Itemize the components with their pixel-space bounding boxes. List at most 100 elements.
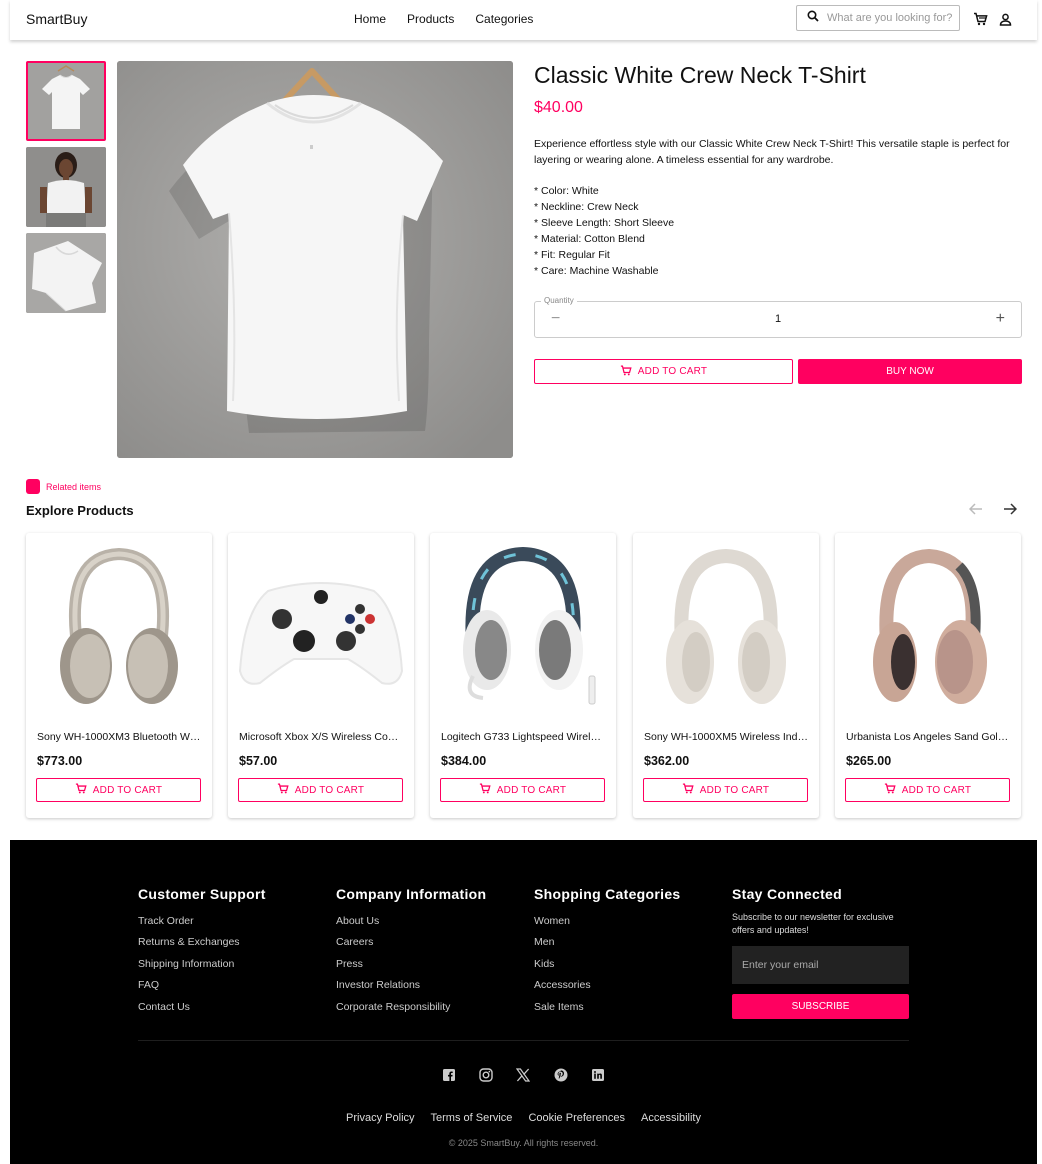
add-to-cart-button[interactable]: ADD TO CART [534,359,793,384]
footer-link[interactable]: Corporate Responsibility [336,997,486,1018]
add-to-cart-label: ADD TO CART [294,784,365,796]
footer-link[interactable]: Careers [336,932,486,953]
product-title: Classic White Crew Neck T-Shirt [534,62,866,88]
email-field[interactable] [732,946,909,984]
subscribe-button[interactable]: SUBSCRIBE [732,994,909,1019]
thumbnail-2[interactable] [26,147,106,227]
add-to-cart-button[interactable]: ADD TO CART [238,778,403,802]
add-to-cart-button[interactable]: ADD TO CART [36,778,201,802]
product-image [641,541,811,721]
product-image [843,541,1013,721]
quantity-label: Quantity [541,296,577,305]
footer-column-support: Customer Support Track Order Returns & E… [138,886,266,1018]
footer-link[interactable]: Shipping Information [138,954,266,975]
accessibility-link[interactable]: Accessibility [641,1112,701,1124]
footer-column-title: Customer Support [138,886,266,902]
product-image [438,541,608,721]
product-price: $265.00 [846,754,892,768]
search-box[interactable] [796,5,960,31]
nav-home[interactable]: Home [354,12,386,26]
quantity-stepper: Quantity − 1 + [534,296,1022,338]
cart-icon[interactable] [972,11,988,27]
cart-icon [884,783,896,797]
footer-link[interactable]: Track Order [138,911,266,932]
product-card[interactable]: Microsoft Xbox X/S Wireless Controller $… [228,533,414,818]
product-price: $384.00 [441,754,487,768]
footer-link[interactable]: Investor Relations [336,975,486,996]
cart-icon [620,365,632,379]
add-to-cart-button[interactable]: ADD TO CART [440,778,605,802]
footer-link[interactable]: Kids [534,954,681,975]
newsletter-note: Subscribe to our newsletter for exclusiv… [732,912,894,935]
user-icon[interactable] [997,11,1013,27]
product-name[interactable]: Sony WH-1000XM5 Wireless Industry Leadin… [644,731,808,743]
site-footer: Customer Support Track Order Returns & E… [10,840,1037,1164]
product-name[interactable]: Logitech G733 Lightspeed Wireless Headse… [441,731,605,743]
product-card[interactable]: Sony WH-1000XM3 Bluetooth Wireless Headp… [26,533,212,818]
pinterest-icon[interactable] [552,1066,570,1084]
product-card[interactable]: Urbanista Los Angeles Sand Gold Headphon… [835,533,1021,818]
product-price: $362.00 [644,754,690,768]
product-main-image [117,61,513,458]
footer-link[interactable]: Accessories [534,975,681,996]
add-to-cart-button[interactable]: ADD TO CART [643,778,808,802]
footer-link[interactable]: Sale Items [534,997,681,1018]
product-card[interactable]: Sony WH-1000XM5 Wireless Industry Leadin… [633,533,819,818]
facebook-icon[interactable] [440,1066,458,1084]
spec-color: * Color: White [534,185,599,197]
related-items-label: Related items [46,481,102,492]
buy-now-button[interactable]: BUY NOW [798,359,1022,384]
site-logo[interactable]: SmartBuy [26,11,87,27]
footer-link[interactable]: Returns & Exchanges [138,932,266,953]
search-input[interactable] [827,12,955,24]
spec-fit: * Fit: Regular Fit [534,249,610,261]
cookie-preferences-link[interactable]: Cookie Preferences [528,1112,625,1124]
footer-column-categories: Shopping Categories Women Men Kids Acces… [534,886,681,1018]
product-name[interactable]: Sony WH-1000XM3 Bluetooth Wireless Headp… [37,731,201,743]
footer-link[interactable]: About Us [336,911,486,932]
product-name[interactable]: Urbanista Los Angeles Sand Gold Headphon… [846,731,1010,743]
increase-quantity-button[interactable]: + [996,310,1005,328]
arrow-right-icon[interactable] [1003,502,1018,519]
add-to-cart-label: ADD TO CART [699,784,770,796]
nav-products[interactable]: Products [407,12,454,26]
product-specs: * Color: White * Neckline: Crew Neck * S… [534,183,674,279]
spec-material: * Material: Cotton Blend [534,233,645,245]
footer-link[interactable]: Women [534,911,681,932]
product-name[interactable]: Microsoft Xbox X/S Wireless Controller [239,731,403,743]
add-to-cart-button[interactable]: ADD TO CART [845,778,1010,802]
footer-column-title: Company Information [336,886,487,902]
cart-icon [277,783,289,797]
newsletter-title: Stay Connected [732,886,842,902]
arrow-left-icon[interactable] [968,502,983,519]
spec-care: * Care: Machine Washable [534,265,659,277]
add-to-cart-label: ADD TO CART [901,784,972,796]
cart-icon [682,783,694,797]
main-nav: Home Products Categories [354,12,533,26]
nav-categories[interactable]: Categories [475,12,533,26]
copyright-text: © 2025 SmartBuy. All rights reserved. [448,1138,599,1148]
terms-link[interactable]: Terms of Service [431,1112,513,1124]
footer-legal-links: Privacy Policy Terms of Service Cookie P… [10,1112,1037,1124]
x-icon[interactable] [514,1066,532,1084]
footer-link[interactable]: Men [534,932,681,953]
tag-marker [26,479,40,494]
instagram-icon[interactable] [477,1066,495,1084]
thumbnail-1[interactable] [26,61,106,141]
product-price: $773.00 [37,754,83,768]
spec-neckline: * Neckline: Crew Neck [534,201,639,213]
add-to-cart-label: ADD TO CART [92,784,163,796]
thumbnail-3[interactable] [26,233,106,313]
explore-heading: Explore Products [26,503,134,518]
footer-link[interactable]: Press [336,954,486,975]
search-icon[interactable] [807,9,819,27]
privacy-policy-link[interactable]: Privacy Policy [346,1112,414,1124]
top-navbar: SmartBuy Home Products Categories [10,0,1037,40]
quantity-value[interactable]: 1 [535,313,1021,325]
footer-link[interactable]: Contact Us [138,997,266,1018]
product-description: Experience effortless style with our Cla… [534,138,1010,166]
product-card[interactable]: Logitech G733 Lightspeed Wireless Headse… [430,533,616,818]
footer-divider [138,1040,909,1041]
footer-link[interactable]: FAQ [138,975,266,996]
linkedin-icon[interactable] [589,1066,607,1084]
